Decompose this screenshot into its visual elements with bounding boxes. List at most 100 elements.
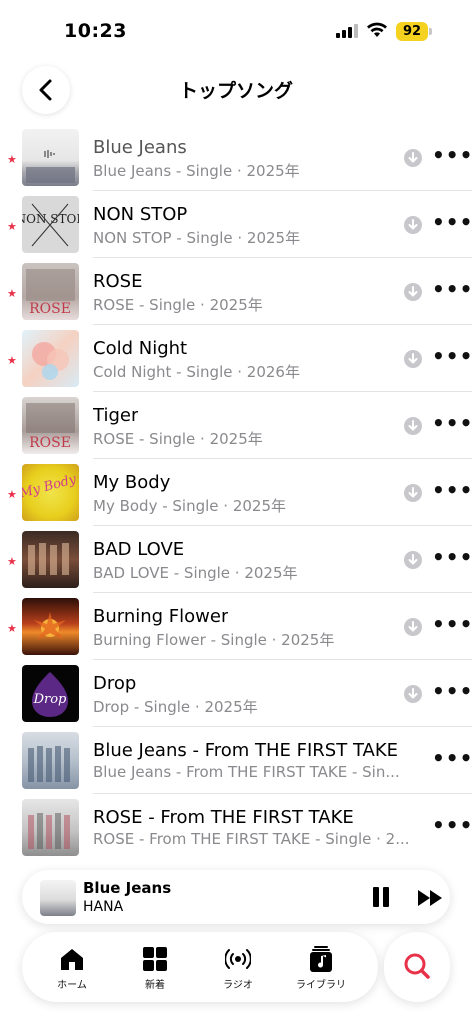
album-art	[22, 799, 79, 856]
library-icon	[310, 946, 332, 972]
wifi-icon	[366, 22, 388, 38]
search-button[interactable]	[384, 932, 450, 1002]
album-art	[22, 129, 79, 186]
tab-label: ラジオ	[223, 980, 253, 991]
mini-player[interactable]: Blue Jeans HANA	[22, 870, 450, 924]
album-art: ROSE	[22, 263, 79, 320]
tab-home[interactable]: ホーム	[36, 942, 108, 994]
song-row[interactable]: ★ ROSE ROSE ROSE - Single · 2025年 •••	[0, 258, 472, 325]
now-playing-title: Blue Jeans	[83, 879, 172, 897]
song-row[interactable]: ★ Blue Jeans Blue Jeans - Single · 2025年…	[0, 124, 472, 191]
pause-icon[interactable]	[370, 887, 390, 909]
status-time: 10:23	[64, 20, 127, 42]
song-row[interactable]: Blue Jeans - From THE FIRST TAKE Blue Je…	[0, 727, 472, 794]
download-icon[interactable]	[404, 618, 422, 636]
battery-tip	[429, 28, 432, 35]
more-options-icon[interactable]: •••	[432, 679, 472, 703]
song-title: Blue Jeans - From THE FIRST TAKE	[93, 740, 399, 761]
more-options-icon[interactable]: •••	[432, 411, 472, 435]
tab-new[interactable]: 新着	[119, 942, 191, 994]
album-art	[22, 598, 79, 655]
song-title: ROSE - From THE FIRST TAKE	[93, 807, 354, 828]
song-subtitle: Blue Jeans - From THE FIRST TAKE - Sin..…	[93, 763, 400, 781]
song-subtitle: Blue Jeans - Single · 2025年	[93, 162, 300, 180]
more-options-icon[interactable]: •••	[432, 478, 472, 502]
song-subtitle: ROSE - From THE FIRST TAKE - Single · 2.…	[93, 830, 410, 848]
song-title: My Body	[93, 472, 171, 493]
song-row[interactable]: Drop Drop Drop - Single · 2025年 •••	[0, 660, 472, 727]
album-art: My Body	[22, 464, 79, 521]
download-icon[interactable]	[404, 350, 422, 368]
now-playing-artist: HANA	[83, 899, 124, 915]
favorite-star-icon: ★	[7, 354, 17, 367]
song-subtitle: Cold Night - Single · 2026年	[93, 363, 300, 381]
status-bar: 10:23 92	[0, 0, 472, 60]
song-subtitle: BAD LOVE - Single · 2025年	[93, 564, 298, 582]
album-art	[22, 531, 79, 588]
song-title: Blue Jeans	[93, 137, 187, 158]
album-art	[22, 330, 79, 387]
song-row[interactable]: ★ BAD LOVE BAD LOVE - Single · 2025年 •••	[0, 526, 472, 593]
album-art: NON STOP	[22, 196, 79, 253]
home-icon	[61, 949, 83, 970]
download-icon[interactable]	[404, 551, 422, 569]
favorite-star-icon: ★	[7, 622, 17, 635]
song-subtitle: ROSE - Single · 2025年	[93, 430, 263, 448]
download-icon[interactable]	[404, 484, 422, 502]
album-art-text: My Body	[22, 472, 79, 502]
album-art: ROSE	[22, 397, 79, 454]
cellular-signal-icon	[336, 24, 358, 38]
more-options-icon[interactable]: •••	[432, 612, 472, 636]
download-icon[interactable]	[404, 417, 422, 435]
page-title: トップソング	[178, 80, 293, 102]
favorite-star-icon: ★	[7, 153, 17, 166]
favorite-star-icon: ★	[7, 220, 17, 233]
more-options-icon[interactable]: •••	[432, 746, 472, 770]
album-art-text: Drop	[33, 692, 67, 707]
song-title: ROSE	[93, 271, 143, 292]
song-row[interactable]: ★ Burning Flower Burning Flower - Single…	[0, 593, 472, 660]
song-row[interactable]: ROSE Tiger ROSE - Single · 2025年 •••	[0, 392, 472, 459]
download-icon[interactable]	[404, 685, 422, 703]
song-title: Cold Night	[93, 338, 188, 359]
album-art	[22, 732, 79, 789]
fast-forward-icon[interactable]	[416, 887, 446, 909]
song-row[interactable]: ★ NON STOP NON STOP NON STOP - Single · …	[0, 191, 472, 258]
album-art: Drop	[22, 665, 79, 722]
song-subtitle: Burning Flower - Single · 2025年	[93, 631, 335, 649]
album-art-text: ROSE	[29, 301, 71, 317]
tab-library[interactable]: ライブラリ	[285, 942, 357, 994]
more-options-icon[interactable]: •••	[432, 143, 472, 167]
song-row[interactable]: ROSE - From THE FIRST TAKE ROSE - From T…	[0, 794, 472, 861]
favorite-star-icon: ★	[7, 555, 17, 568]
song-title: BAD LOVE	[93, 539, 185, 560]
grid-icon	[143, 947, 167, 971]
song-row[interactable]: ★ Cold Night Cold Night - Single · 2026年…	[0, 325, 472, 392]
download-icon[interactable]	[404, 149, 422, 167]
tab-label: 新着	[145, 980, 165, 991]
song-subtitle: ROSE - Single · 2025年	[93, 296, 263, 314]
song-title: Burning Flower	[93, 606, 229, 627]
album-art-text: ROSE	[29, 435, 71, 451]
tab-radio[interactable]: ラジオ	[202, 942, 274, 994]
more-options-icon[interactable]: •••	[432, 344, 472, 368]
more-options-icon[interactable]: •••	[432, 545, 472, 569]
more-options-icon[interactable]: •••	[432, 210, 472, 234]
song-row[interactable]: ★ My Body My Body My Body - Single · 202…	[0, 459, 472, 526]
tab-label: ライブラリ	[296, 980, 346, 991]
song-subtitle: Drop - Single · 2025年	[93, 698, 258, 716]
tab-label: ホーム	[57, 980, 87, 991]
favorite-star-icon: ★	[7, 287, 17, 300]
download-icon[interactable]	[404, 283, 422, 301]
more-options-icon[interactable]: •••	[432, 277, 472, 301]
tab-bar: ホーム 新着 ラジオ ライブラリ	[22, 932, 378, 1002]
radio-icon	[225, 949, 251, 969]
now-playing-art	[40, 880, 76, 916]
song-subtitle: My Body - Single · 2025年	[93, 497, 286, 515]
song-title: Drop	[93, 673, 137, 694]
search-icon	[404, 953, 430, 979]
song-subtitle: NON STOP - Single · 2025年	[93, 229, 301, 247]
more-options-icon[interactable]: •••	[432, 813, 472, 837]
favorite-star-icon: ★	[7, 488, 17, 501]
download-icon[interactable]	[404, 216, 422, 234]
